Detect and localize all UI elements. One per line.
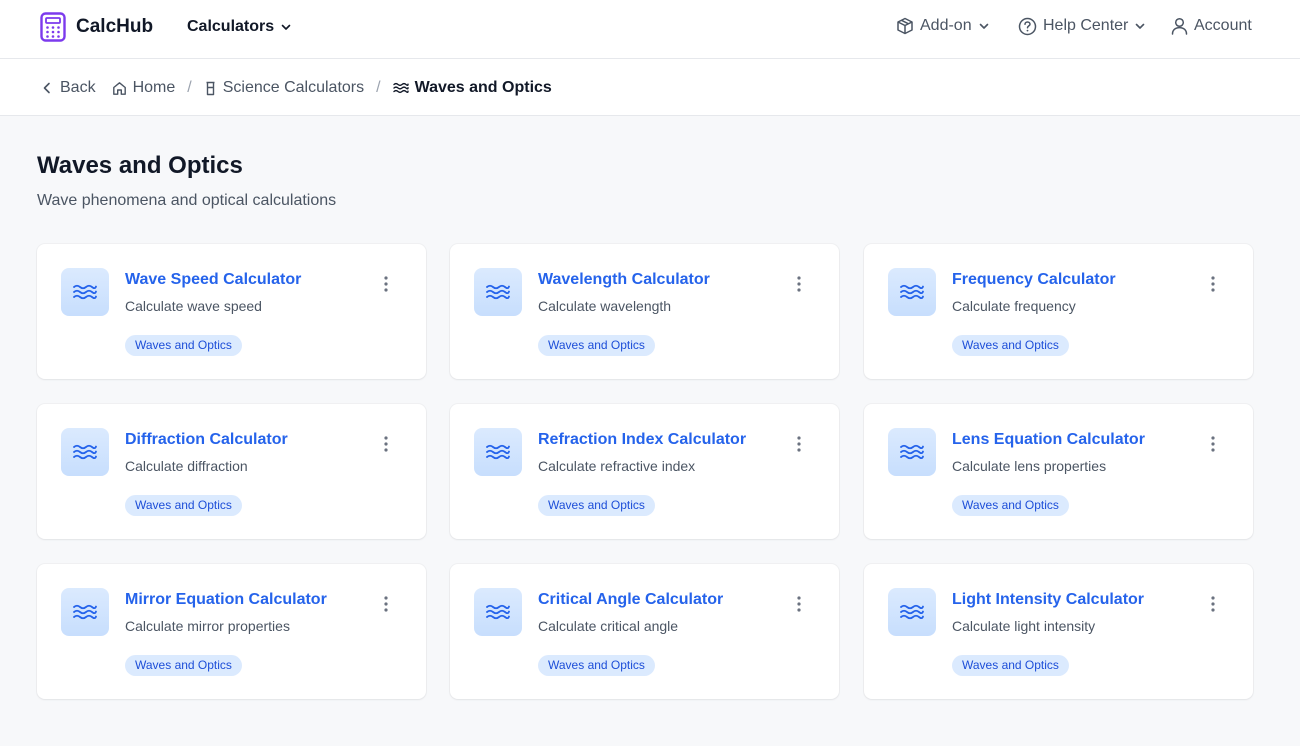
category-tag[interactable]: Waves and Optics [952,335,1069,356]
breadcrumb-science[interactable]: Science Calculators [204,78,364,98]
card-description: Calculate critical angle [538,618,679,634]
waves-icon [888,588,936,636]
calculator-card[interactable]: Refraction Index Calculator Calculate re… [450,404,839,539]
breadcrumb-home-label: Home [132,79,176,96]
chevron-down-icon [1136,23,1145,29]
category-tag[interactable]: Waves and Optics [952,495,1069,516]
calculator-card[interactable]: Critical Angle Calculator Calculate crit… [450,564,839,699]
user-icon [1171,17,1188,35]
addon-label: Add-on [920,17,972,34]
card-title[interactable]: Frequency Calculator [952,270,1116,290]
more-options-icon[interactable] [378,436,394,452]
more-options-icon[interactable] [791,436,807,452]
breadcrumb-separator: / [376,79,381,96]
card-title[interactable]: Critical Angle Calculator [538,590,723,610]
more-options-icon[interactable] [378,276,394,292]
category-tag[interactable]: Waves and Optics [538,655,655,676]
chevron-left-icon [43,82,50,94]
card-description: Calculate lens properties [952,458,1107,474]
category-tag[interactable]: Waves and Optics [125,335,242,356]
category-tag[interactable]: Waves and Optics [125,495,242,516]
card-title[interactable]: Diffraction Calculator [125,430,288,450]
brand-name[interactable]: CalcHub [76,15,153,39]
card-title[interactable]: Wave Speed Calculator [125,270,301,290]
page-subtitle: Wave phenomena and optical calculations [37,192,337,209]
waves-icon [392,82,409,94]
breadcrumb-current: Waves and Optics [392,78,552,98]
category-tag[interactable]: Waves and Optics [538,495,655,516]
breadcrumb-science-label: Science Calculators [222,79,365,96]
more-options-icon[interactable] [1205,276,1221,292]
card-description: Calculate mirror properties [125,618,290,634]
package-icon [897,17,913,35]
waves-icon [888,428,936,476]
calculator-card[interactable]: Wavelength Calculator Calculate waveleng… [450,244,839,379]
calculator-card[interactable]: Frequency Calculator Calculate frequency… [864,244,1253,379]
waves-icon [61,268,109,316]
waves-icon [888,268,936,316]
card-description: Calculate refractive index [538,458,696,474]
breadcrumb-home[interactable]: Home [112,78,176,98]
waves-icon [61,588,109,636]
card-title[interactable]: Wavelength Calculator [538,270,710,290]
calculator-card[interactable]: Wave Speed Calculator Calculate wave spe… [37,244,426,379]
waves-icon [474,428,522,476]
more-options-icon[interactable] [791,276,807,292]
card-description: Calculate light intensity [952,618,1096,634]
card-title[interactable]: Refraction Index Calculator [538,430,746,450]
card-title[interactable]: Mirror Equation Calculator [125,590,327,610]
back-label: Back [60,79,96,96]
breadcrumb-bar: Back Home / Science Calculators / Waves … [0,59,1300,116]
calculators-menu-label: Calculators [187,18,275,35]
help-center-menu[interactable]: Help Center [1018,16,1146,36]
account-label: Account [1194,17,1252,34]
calculator-logo-icon[interactable] [40,12,66,42]
calculator-card[interactable]: Light Intensity Calculator Calculate lig… [864,564,1253,699]
back-button[interactable]: Back [40,78,96,98]
chevron-down-icon [281,24,291,30]
page-title: Waves and Optics [37,152,243,179]
calculator-card[interactable]: Lens Equation Calculator Calculate lens … [864,404,1253,539]
category-tag[interactable]: Waves and Optics [125,655,242,676]
calculator-card[interactable]: Diffraction Calculator Calculate diffrac… [37,404,426,539]
help-circle-icon [1018,17,1037,35]
category-tag[interactable]: Waves and Optics [952,655,1069,676]
waves-icon [61,428,109,476]
card-description: Calculate frequency [952,298,1076,314]
top-navbar: CalcHub Calculators Add-on Help Center A… [0,0,1300,59]
breadcrumb-current-label: Waves and Optics [414,79,552,96]
help-center-label: Help Center [1043,17,1129,34]
card-description: Calculate wavelength [538,298,672,314]
more-options-icon[interactable] [1205,436,1221,452]
account-menu[interactable]: Account [1171,16,1252,36]
more-options-icon[interactable] [791,596,807,612]
beaker-icon [206,81,215,95]
more-options-icon[interactable] [1205,596,1221,612]
calculators-menu[interactable]: Calculators [187,17,292,37]
home-icon [112,81,126,95]
category-tag[interactable]: Waves and Optics [538,335,655,356]
breadcrumb-separator: / [187,79,192,96]
more-options-icon[interactable] [378,596,394,612]
chevron-down-icon [979,23,988,29]
card-description: Calculate wave speed [125,298,262,314]
calculator-card[interactable]: Mirror Equation Calculator Calculate mir… [37,564,426,699]
card-title[interactable]: Lens Equation Calculator [952,430,1145,450]
waves-icon [474,588,522,636]
card-title[interactable]: Light Intensity Calculator [952,590,1144,610]
card-description: Calculate diffraction [125,458,248,474]
addon-menu[interactable]: Add-on [896,16,990,36]
breadcrumb: Back Home / Science Calculators / Waves … [40,78,552,98]
waves-icon [474,268,522,316]
